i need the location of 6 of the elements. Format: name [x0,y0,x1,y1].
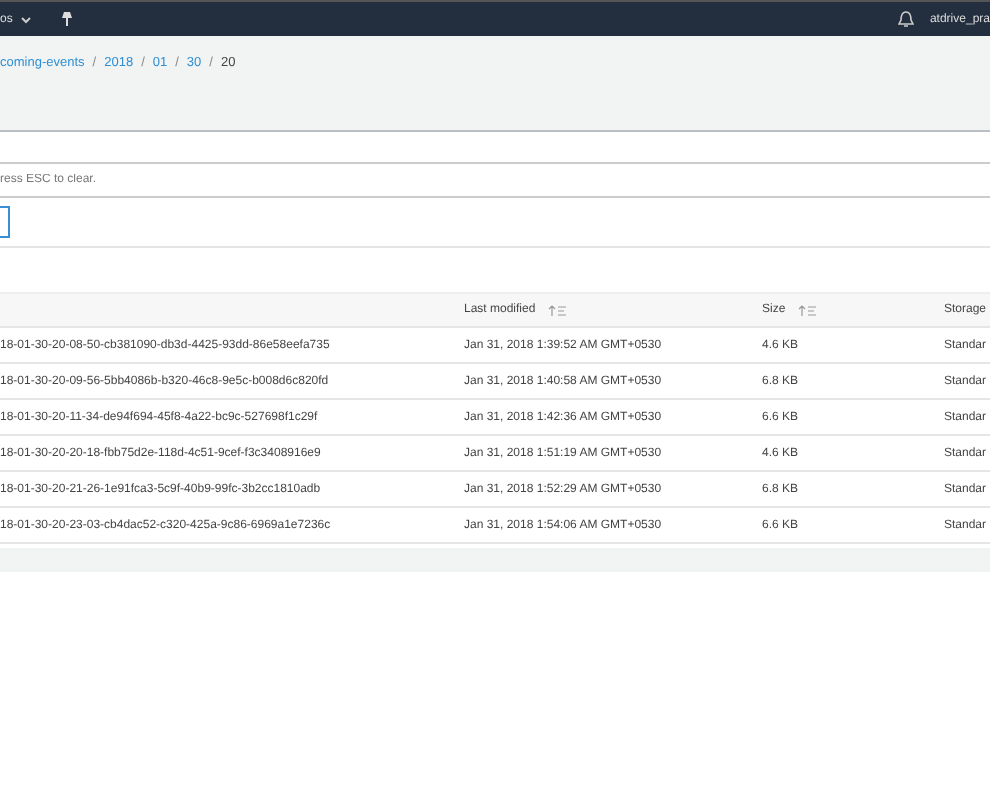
pin-icon[interactable] [60,12,75,26]
bell-icon[interactable] [897,10,914,28]
sort-icon[interactable] [547,304,566,316]
action-button[interactable] [0,206,10,238]
caret-icon[interactable] [20,15,33,23]
sort-icon[interactable] [797,304,816,316]
